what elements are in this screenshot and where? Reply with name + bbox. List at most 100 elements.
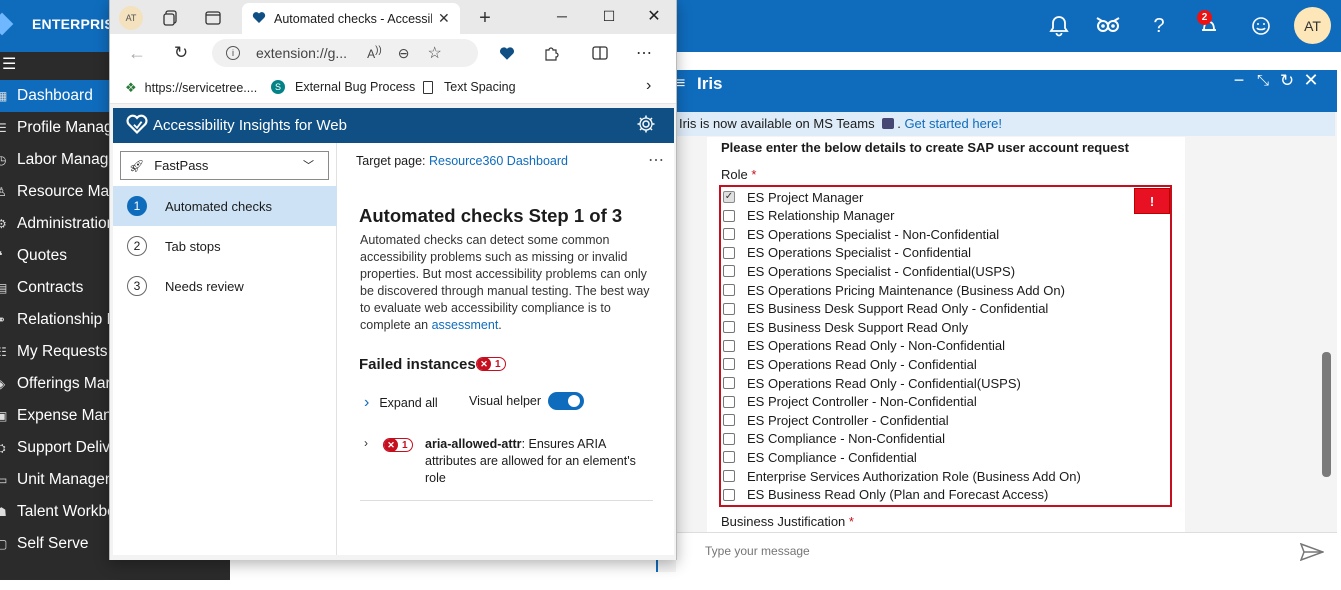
role-checkbox[interactable] bbox=[723, 470, 735, 482]
send-icon[interactable] bbox=[1299, 542, 1326, 564]
tab-actions-icon[interactable] bbox=[200, 5, 226, 31]
rule-expand-chevron-icon[interactable]: › bbox=[364, 436, 368, 450]
window-maximize-icon[interactable]: ☐ bbox=[589, 2, 629, 30]
failed-count-badge: ✕ 1 bbox=[476, 357, 506, 371]
role-checkbox[interactable] bbox=[723, 265, 735, 278]
error-x-icon: ✕ bbox=[384, 439, 398, 451]
browser-tab[interactable]: Automated checks - Accessib ✕ bbox=[242, 3, 460, 34]
close-icon[interactable]: ✕ bbox=[1300, 70, 1322, 91]
role-option[interactable]: ES Business Desk Support Read Only - Con… bbox=[722, 300, 1048, 318]
role-option[interactable]: ES Operations Specialist - Confidential(… bbox=[722, 262, 1015, 280]
window-minimize-icon[interactable]: ─ bbox=[542, 2, 582, 30]
target-page-link[interactable]: Resource360 Dashboard bbox=[429, 154, 568, 168]
sidebar-item-label: Labor Manage bbox=[17, 151, 117, 168]
window-close-icon[interactable]: ✕ bbox=[634, 2, 674, 30]
assessment-link[interactable]: assessment bbox=[432, 318, 499, 332]
role-checkbox[interactable] bbox=[723, 451, 735, 464]
refresh-icon[interactable]: ↻ bbox=[1276, 71, 1298, 91]
role-option[interactable]: Enterprise Services Authorization Role (… bbox=[722, 467, 1081, 485]
zoom-icon[interactable]: ⊖ bbox=[398, 45, 410, 62]
settings-gear-icon[interactable] bbox=[636, 114, 656, 137]
teams-icon bbox=[882, 118, 895, 129]
role-checkbox[interactable] bbox=[723, 284, 735, 296]
favorite-star-icon[interactable]: ☆ bbox=[427, 43, 441, 63]
iris-scrollbar[interactable] bbox=[1322, 352, 1331, 477]
role-checkbox[interactable] bbox=[723, 321, 735, 334]
message-input[interactable] bbox=[705, 544, 1265, 558]
role-option[interactable]: ✓ ES Project Manager bbox=[722, 188, 863, 206]
role-checkbox[interactable] bbox=[723, 488, 735, 501]
role-option[interactable]: ES Relationship Manager bbox=[722, 207, 894, 225]
back-icon[interactable]: ← bbox=[124, 40, 150, 66]
role-checkbox[interactable] bbox=[723, 358, 735, 371]
step-automated-checks[interactable]: 1 Automated checks bbox=[113, 186, 337, 226]
accessibility-insights-extension-icon[interactable] bbox=[494, 40, 520, 66]
role-option[interactable]: ES Operations Specialist - Non-Confident… bbox=[722, 225, 999, 243]
role-option[interactable]: ES Operations Read Only - Confidential bbox=[722, 355, 977, 373]
mode-select[interactable]: 🚀︎ FastPass ﹀ bbox=[120, 151, 329, 180]
role-label-text: Role bbox=[721, 167, 748, 182]
role-option[interactable]: ES Compliance - Non-Confidential bbox=[722, 430, 945, 448]
role-option[interactable]: ES Operations Specialist - Confidential bbox=[722, 244, 971, 262]
owl-icon[interactable] bbox=[1091, 9, 1125, 43]
more-options-icon[interactable]: ⋯ bbox=[631, 40, 657, 66]
sidebar-item-label: Self Serve bbox=[17, 535, 89, 552]
help-icon[interactable]: ? bbox=[1142, 9, 1176, 43]
get-started-link[interactable]: Get started here! bbox=[904, 116, 1002, 131]
extensions-icon[interactable] bbox=[538, 40, 564, 66]
role-checkbox[interactable]: ✓ bbox=[723, 191, 735, 203]
role-option[interactable]: ES Operations Pricing Maintenance (Busin… bbox=[722, 281, 1065, 299]
user-avatar[interactable]: AT bbox=[1294, 7, 1331, 44]
sidebar-item-label: My Requests bbox=[17, 343, 108, 360]
hamburger-menu-icon[interactable]: ☰ bbox=[2, 54, 16, 74]
more-actions-icon[interactable]: ⋯ bbox=[648, 150, 664, 170]
step-tab-stops[interactable]: 2 Tab stops bbox=[113, 226, 337, 266]
role-option[interactable]: ES Business Desk Support Read Only bbox=[722, 318, 968, 336]
role-checkbox[interactable] bbox=[723, 432, 735, 445]
favorite-servicetree[interactable]: ❖ https://servicetree.... bbox=[125, 80, 257, 96]
collapse-icon[interactable]: ⤡ bbox=[1252, 72, 1274, 89]
role-checkbox[interactable] bbox=[723, 395, 735, 408]
role-checkbox[interactable] bbox=[723, 302, 735, 315]
role-option[interactable]: ES Operations Read Only - Confidential(U… bbox=[722, 374, 1021, 392]
rule-item[interactable]: aria-allowed-attr: Ensures ARIA attribut… bbox=[425, 436, 653, 487]
role-label-text: ES Business Desk Support Read Only bbox=[747, 319, 969, 335]
favorites-overflow-chevron-icon[interactable]: › bbox=[646, 77, 651, 95]
read-aloud-icon[interactable]: A)) bbox=[367, 45, 382, 61]
role-option[interactable]: ES Project Controller - Non-Confidential bbox=[722, 393, 977, 411]
info-icon[interactable]: i bbox=[226, 46, 240, 60]
accessibility-error-flag[interactable]: ! bbox=[1134, 188, 1170, 214]
role-checkbox[interactable] bbox=[723, 209, 735, 222]
role-checkbox[interactable] bbox=[723, 377, 735, 389]
refresh-icon[interactable]: ↻ bbox=[168, 40, 194, 66]
role-option[interactable]: ES Compliance - Confidential bbox=[722, 448, 917, 466]
role-label-text: ES Operations Read Only - Confidential bbox=[747, 356, 977, 372]
step-needs-review[interactable]: 3 Needs review bbox=[113, 266, 337, 306]
role-checkbox[interactable] bbox=[723, 414, 735, 427]
role-option[interactable]: ES Business Read Only (Plan and Forecast… bbox=[722, 486, 1048, 504]
new-tab-icon[interactable]: + bbox=[472, 5, 498, 31]
smiley-icon[interactable] bbox=[1244, 9, 1278, 43]
minimize-icon[interactable]: − bbox=[1228, 70, 1250, 91]
favorite-external-bug-process[interactable]: S External Bug Process bbox=[271, 80, 415, 94]
sharepoint-icon: S bbox=[271, 80, 285, 94]
role-checkbox[interactable] bbox=[723, 339, 735, 352]
list-icon: ☰ bbox=[0, 121, 7, 135]
role-checkbox[interactable] bbox=[723, 246, 735, 259]
bell-icon[interactable] bbox=[1042, 9, 1076, 43]
collections-icon[interactable] bbox=[158, 5, 184, 31]
accessibility-insights-logo-icon bbox=[126, 114, 148, 137]
quote-icon: ❝ bbox=[0, 249, 12, 263]
expand-all-button[interactable]: › Expand all bbox=[364, 394, 438, 412]
support-icon: ⛭ bbox=[0, 440, 6, 455]
tab-close-icon[interactable]: ✕ bbox=[438, 10, 450, 27]
split-screen-icon[interactable] bbox=[587, 40, 613, 66]
iris-menu-icon[interactable]: ≡ bbox=[676, 75, 685, 93]
profile-avatar[interactable]: AT bbox=[119, 6, 143, 30]
role-option[interactable]: ES Project Controller - Confidential bbox=[722, 411, 949, 429]
role-checkbox[interactable] bbox=[723, 228, 735, 241]
role-option[interactable]: ES Operations Read Only - Non-Confidenti… bbox=[722, 337, 1005, 355]
url-field[interactable]: i extension://g... A)) ⊖ ☆ bbox=[212, 39, 478, 67]
favorite-text-spacing[interactable]: Text Spacing bbox=[423, 80, 516, 94]
page-icon bbox=[423, 80, 433, 94]
